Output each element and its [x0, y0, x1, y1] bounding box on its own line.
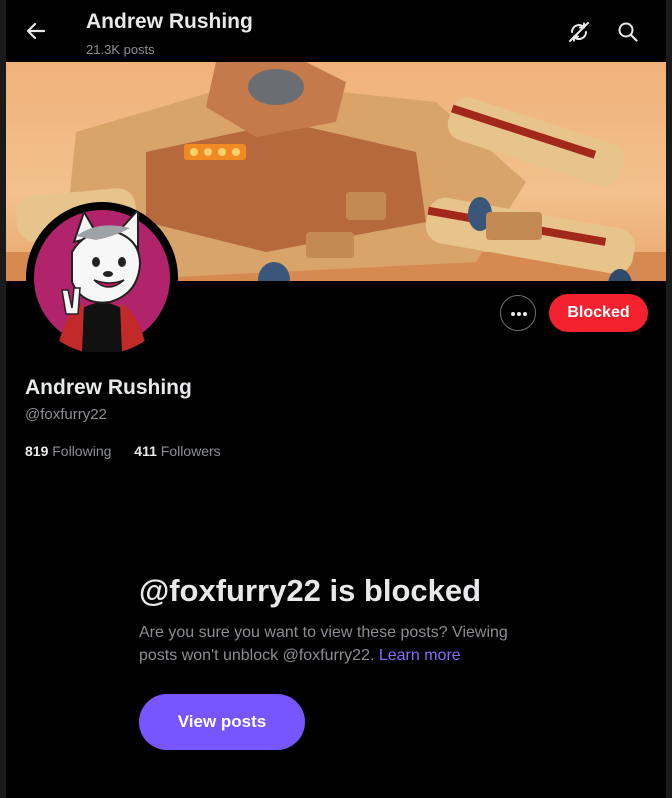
following-link[interactable]: 819 Following [25, 443, 111, 459]
profile-stats: 819 Following 411 Followers [25, 443, 221, 459]
following-label: Following [52, 443, 112, 459]
page-title: Andrew Rushing [86, 10, 253, 33]
profile-name: Andrew Rushing [25, 376, 192, 399]
blocked-button[interactable]: Blocked [549, 294, 648, 332]
more-button[interactable] [500, 295, 536, 331]
search-button[interactable] [615, 19, 641, 45]
followers-link[interactable]: 411 Followers [134, 443, 220, 459]
avatar[interactable] [26, 202, 178, 354]
search-icon [618, 22, 638, 42]
back-button[interactable] [22, 17, 50, 45]
more-dot [523, 312, 527, 316]
sync-off-icon [569, 22, 589, 42]
blocked-notice-description: Are you sure you want to view these post… [139, 621, 539, 667]
sync-off-button[interactable] [566, 19, 592, 45]
back-arrow-icon [26, 22, 46, 40]
top-bar: Andrew Rushing 21.3K posts [6, 0, 666, 62]
following-count: 819 [25, 443, 49, 459]
view-posts-button[interactable]: View posts [139, 694, 305, 750]
posts-count: 21.3K posts [86, 42, 155, 57]
more-dots-icon [511, 312, 515, 316]
profile-page: Andrew Rushing 21.3K posts Blocked Andre… [6, 0, 666, 798]
more-dot [517, 312, 521, 316]
followers-label: Followers [160, 443, 221, 459]
profile-handle: @foxfurry22 [25, 406, 107, 423]
learn-more-link[interactable]: Learn more [379, 647, 461, 664]
blocked-notice-title: @foxfurry22 is blocked [139, 573, 482, 608]
followers-count: 411 [134, 443, 157, 459]
